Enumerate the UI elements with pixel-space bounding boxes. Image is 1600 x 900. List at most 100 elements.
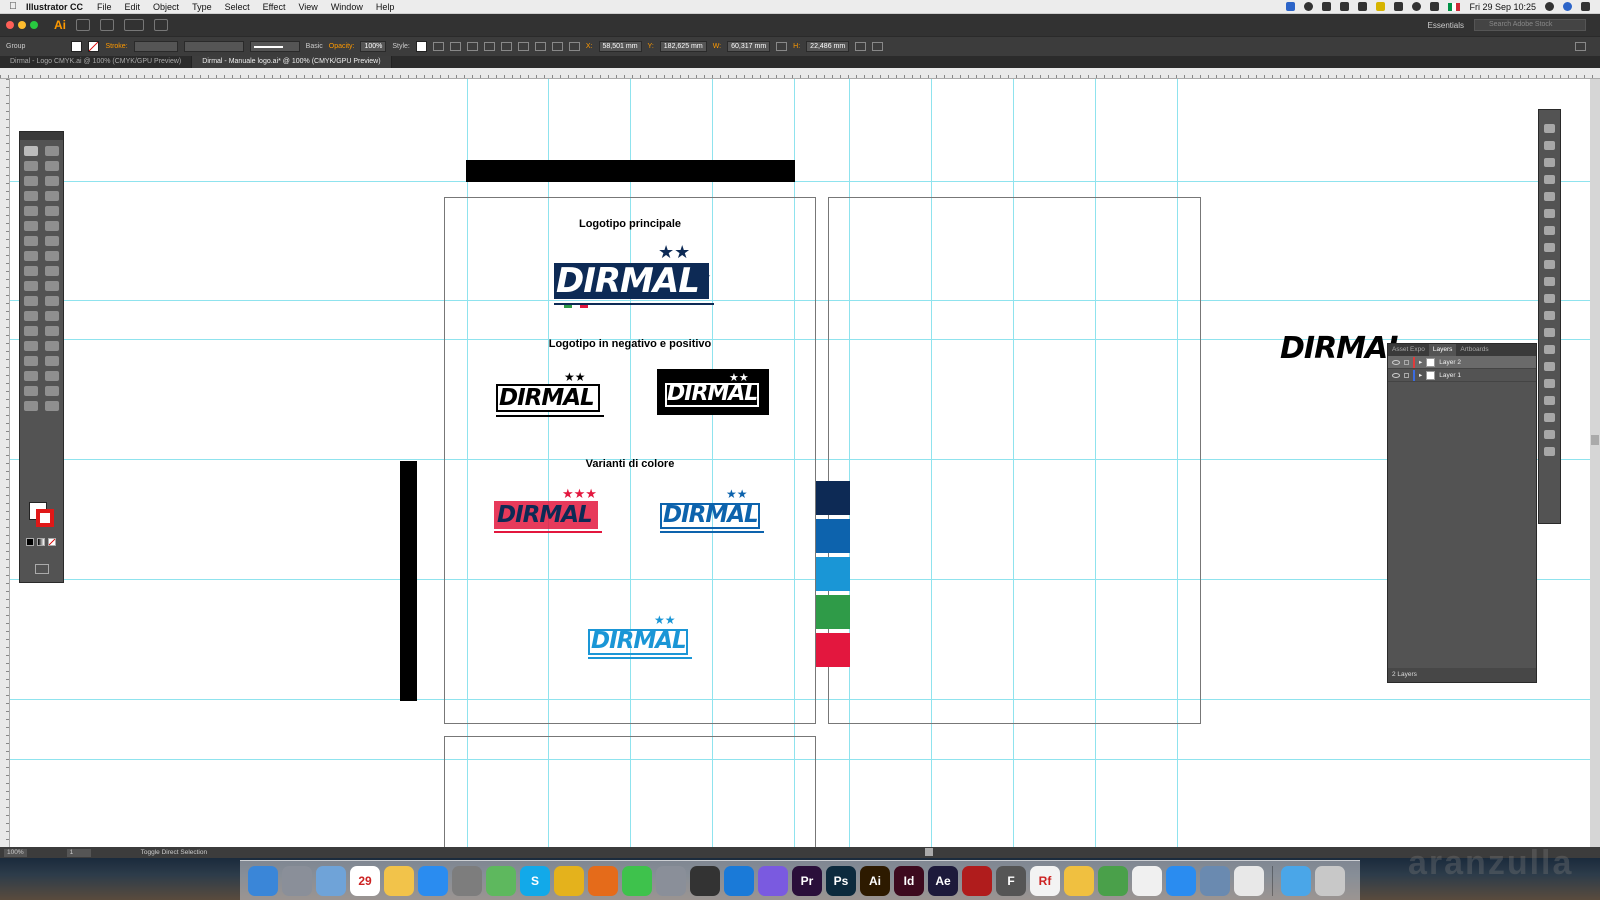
align-middle-icon[interactable]	[534, 42, 546, 51]
aftereffects-icon[interactable]: Ae	[928, 865, 958, 896]
align-panel-icon[interactable]	[1544, 379, 1555, 388]
eye-icon[interactable]	[1392, 372, 1400, 378]
menu-app-name[interactable]: Illustrator CC	[26, 2, 83, 12]
blend-tool-icon[interactable]	[45, 296, 59, 306]
scissors-tool-icon[interactable]	[45, 356, 59, 366]
magic-wand-tool-icon[interactable]	[24, 161, 38, 171]
brushes-panel-icon[interactable]	[1544, 175, 1555, 184]
stroke-weight-field[interactable]	[133, 41, 178, 52]
layer-row-layer-2[interactable]: ▸ Layer 2	[1388, 356, 1536, 369]
color-guide-icon[interactable]	[1544, 141, 1555, 150]
reference-point-icon[interactable]	[568, 42, 580, 51]
skype-icon[interactable]: S	[520, 865, 550, 896]
shaper-tool-icon[interactable]	[24, 221, 38, 231]
gradient-panel-icon[interactable]	[1544, 243, 1555, 252]
menu-effect[interactable]: Effect	[263, 2, 286, 12]
minimize-window-button[interactable]	[18, 21, 26, 29]
disclosure-triangle-icon[interactable]: ▸	[1419, 371, 1422, 379]
stroke-panel-icon[interactable]	[1544, 226, 1555, 235]
align-top-icon[interactable]	[517, 42, 529, 51]
none-mode-icon[interactable]	[48, 538, 56, 546]
calendar-icon[interactable]: 29	[350, 865, 380, 896]
pathfinder-panel-icon[interactable]	[1544, 396, 1555, 405]
w-field[interactable]: 60,317 mm	[727, 41, 771, 52]
eyedropper-tool-icon[interactable]	[24, 296, 38, 306]
battery-tray-icon[interactable]	[1376, 2, 1386, 11]
firefox-icon[interactable]	[588, 865, 618, 896]
artboard-2[interactable]	[828, 197, 1201, 724]
image-trace-icon[interactable]	[1544, 294, 1555, 303]
crop-tool-icon[interactable]	[24, 386, 38, 396]
dropbox-tray-icon[interactable]	[1322, 2, 1332, 11]
vertical-ruler[interactable]	[0, 79, 10, 847]
constrain-proportions-icon[interactable]	[776, 42, 788, 51]
swatch-green[interactable]	[816, 595, 850, 629]
finder-icon[interactable]	[248, 865, 278, 896]
layer-row-layer-1[interactable]: ▸ Layer 1	[1388, 369, 1536, 382]
slice-tool-icon[interactable]	[45, 326, 59, 336]
brush-definition[interactable]	[249, 41, 300, 52]
variable-width-field[interactable]	[183, 41, 244, 52]
color-panel-icon[interactable]	[1544, 124, 1555, 133]
perspective-grid-tool-icon[interactable]	[45, 266, 59, 276]
logo-positive[interactable]: DIRMAL ★★	[496, 370, 606, 418]
swatches-panel-icon[interactable]	[1544, 158, 1555, 167]
facetime-tray-icon[interactable]	[1358, 2, 1368, 11]
swatch-blue[interactable]	[816, 519, 850, 553]
menu-window[interactable]: Window	[331, 2, 363, 12]
logo-variant-red[interactable]: DIRMAL ★★★	[494, 487, 606, 535]
volume-tray-icon[interactable]	[1430, 2, 1440, 11]
transparency-panel-icon[interactable]	[1544, 260, 1555, 269]
system-preferences-icon[interactable]	[452, 865, 482, 896]
trello-icon[interactable]	[724, 865, 754, 896]
layers-panel-icon[interactable]	[1544, 328, 1555, 337]
bluetooth-tray-icon[interactable]	[1394, 2, 1404, 11]
character-panel-icon[interactable]	[1544, 413, 1555, 422]
logo-main[interactable]: DIRMAL ★★ ★	[554, 243, 722, 309]
fill-swatch[interactable]	[71, 41, 83, 52]
input-flag-icon[interactable]	[1448, 2, 1461, 11]
pages-icon[interactable]	[1064, 865, 1094, 896]
indesign-icon[interactable]: Id	[894, 865, 924, 896]
transform-icon[interactable]	[855, 42, 867, 51]
appstore-icon[interactable]	[418, 865, 448, 896]
teamviewer-tray-icon[interactable]	[1286, 2, 1296, 11]
downloads-folder-icon[interactable]	[1281, 865, 1311, 896]
apple-icon[interactable]: 	[0, 1, 26, 12]
knife-tool-icon[interactable]	[24, 356, 38, 366]
safari-icon[interactable]	[656, 865, 686, 896]
keynote-icon[interactable]	[1132, 865, 1162, 896]
chrome-icon[interactable]	[554, 865, 584, 896]
tab-asset-export[interactable]: Asset Expo	[1388, 344, 1429, 356]
lock-toggle-icon[interactable]	[1404, 359, 1409, 365]
canvas[interactable]: Logotipo principale Logotipo in negativo…	[10, 79, 1590, 847]
launchpad-icon[interactable]	[282, 865, 312, 896]
horizontal-scrollbar-thumb[interactable]	[925, 848, 933, 856]
menu-file[interactable]: File	[97, 2, 112, 12]
clock[interactable]: Fri 29 Sep 10:25	[1469, 2, 1536, 12]
imovie-icon[interactable]	[758, 865, 788, 896]
x-field[interactable]: 58,501 mm	[598, 41, 642, 52]
acrobat-icon[interactable]	[962, 865, 992, 896]
fontbook-icon[interactable]: F	[996, 865, 1026, 896]
menu-select[interactable]: Select	[225, 2, 250, 12]
artboard-tool-icon[interactable]	[24, 326, 38, 336]
symbol-sprayer-tool-icon[interactable]	[24, 311, 38, 321]
align-to-icon[interactable]	[449, 42, 461, 51]
tools-panel-grip[interactable]	[20, 132, 63, 140]
scale-tool-icon[interactable]	[45, 236, 59, 246]
maps-icon[interactable]	[486, 865, 516, 896]
layer-name[interactable]: Layer 1	[1439, 372, 1461, 379]
panel-menu-icon[interactable]	[1575, 42, 1586, 51]
export-panel-icon[interactable]	[1544, 311, 1555, 320]
heading-varianti-colore[interactable]: Varianti di colore	[444, 458, 816, 470]
zoom-tool-icon[interactable]	[45, 341, 59, 351]
stroke-color-box[interactable]	[36, 509, 54, 527]
swatch-navy[interactable]	[816, 481, 850, 515]
column-graph-tool-icon[interactable]	[45, 311, 59, 321]
symbols-panel-icon[interactable]	[1544, 192, 1555, 201]
artboard-3[interactable]	[444, 736, 816, 847]
trash-icon[interactable]	[1315, 865, 1345, 896]
whatsapp-icon[interactable]	[622, 865, 652, 896]
workspace-switcher[interactable]: Essentials	[1428, 21, 1464, 30]
